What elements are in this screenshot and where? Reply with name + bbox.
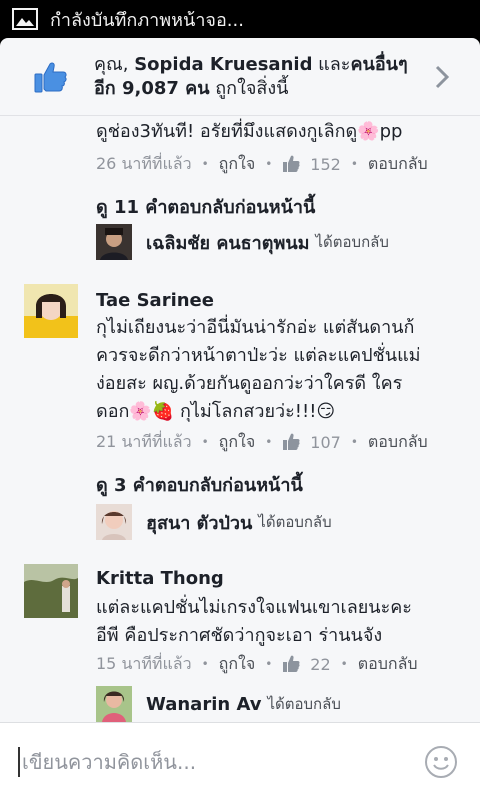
reply-preview[interactable]: Wanarin Av ได้ตอบกลับ xyxy=(96,686,341,722)
likes-middle: และ xyxy=(312,53,351,75)
chevron-right-icon xyxy=(435,65,450,88)
like-button[interactable]: ถูกใจ xyxy=(219,152,256,177)
comment-line: แต่ละแคปชั่นไม่เกรงใจแฟนเขาเลยนะคะ xyxy=(96,597,412,618)
comment-input[interactable] xyxy=(22,741,412,782)
like-count[interactable]: 152 xyxy=(282,155,341,174)
likes-count: อีก 9,087 คน xyxy=(94,77,210,99)
comments-sheet: คุณ, Sopida Kruesanid และคนอื่นๆ อีก 9,0… xyxy=(0,38,480,800)
like-count-value: 152 xyxy=(310,154,341,174)
thumbs-up-icon xyxy=(283,155,300,172)
comment-composer xyxy=(0,722,480,800)
avatar xyxy=(96,686,132,722)
reply-author: ฮุสนา ตัวป่วน xyxy=(146,512,253,534)
reply-author: เฉลิมชัย คนธาตุพนม xyxy=(146,232,310,254)
reply-preview[interactable]: เฉลิมชัย คนธาตุพนม ได้ตอบกลับ xyxy=(96,224,389,260)
comment-line: กุไม่เถียงนะว่าอีนี่มันน่ารักอ่ะ แต่สันด… xyxy=(96,317,415,338)
comment-author[interactable]: Tae Sarinee xyxy=(96,290,214,311)
comment-meta: 15 นาทีที่แล้ว • ถูกใจ • 22 • ตอบกลับ xyxy=(96,650,418,678)
text-caret xyxy=(18,746,20,777)
reply-suffix: ได้ตอบกลับ xyxy=(258,513,332,531)
smiley-icon[interactable] xyxy=(424,745,458,779)
avatar xyxy=(96,224,132,260)
reply-button[interactable]: ตอบกลับ xyxy=(368,152,428,177)
likes-text: คุณ, Sopida Kruesanid และคนอื่นๆ อีก 9,0… xyxy=(94,53,428,101)
avatar[interactable] xyxy=(24,284,78,338)
like-button[interactable]: ถูกใจ xyxy=(219,430,256,455)
comment-meta: 21 นาทีที่แล้ว • ถูกใจ • 107 • ตอบกลับ xyxy=(96,428,428,456)
status-bar: กำลังบันทึกภาพหน้าจอ... xyxy=(0,0,480,38)
comment-line: ควรจะดีกว่าหน้าตาป่ะว่ะ แต่ละแคปชั่นแม่ xyxy=(96,345,421,366)
comment-text: กุไม่เถียงนะว่าอีนี่มันน่ารักอ่ะ แต่สันด… xyxy=(96,314,466,426)
likes-prefix: คุณ, xyxy=(94,53,135,75)
avatar xyxy=(96,504,132,540)
comment-line: ง่อยสะ ผญ.ด้วยกันดูออกว่ะว่าใครดี ใคร xyxy=(96,373,403,394)
likes-friend-name: Sopida Kruesanid xyxy=(134,53,313,75)
comment-author[interactable]: Kritta Thong xyxy=(96,568,224,589)
view-previous-replies[interactable]: ดู 11 คำตอบกลับก่อนหน้านี้ xyxy=(96,192,315,221)
likes-suffix: ถูกใจสิ่งนี้ xyxy=(215,77,289,99)
like-count-value: 22 xyxy=(310,654,331,674)
screenshot-notification: กำลังบันทึกภาพหน้าจอ... xyxy=(50,9,244,31)
like-button[interactable]: ถูกใจ xyxy=(219,652,256,677)
like-count[interactable]: 107 xyxy=(282,433,341,452)
reply-preview[interactable]: ฮุสนา ตัวป่วน ได้ตอบกลับ xyxy=(96,504,332,540)
like-thumb-icon xyxy=(34,62,67,92)
comment-line: อีพี คือประกาศชัดว่ากูจะเอา ร่านนจัง xyxy=(96,625,383,646)
thumbs-up-icon xyxy=(283,433,300,450)
comment-meta: 26 นาทีที่แล้ว • ถูกใจ • 152 • ตอบกลับ xyxy=(96,150,428,178)
reply-suffix: ได้ตอบกลับ xyxy=(315,233,389,251)
reply-button[interactable]: ตอบกลับ xyxy=(358,652,418,677)
thumbs-up-icon xyxy=(283,655,300,672)
comment-time: 26 นาทีที่แล้ว xyxy=(96,153,192,173)
reply-button[interactable]: ตอบกลับ xyxy=(368,430,428,455)
comment-text: แต่ละแคปชั่นไม่เกรงใจแฟนเขาเลยนะคะ อีพี … xyxy=(96,594,466,650)
view-previous-replies[interactable]: ดู 3 คำตอบกลับก่อนหน้านี้ xyxy=(96,470,303,499)
image-icon xyxy=(12,8,38,30)
comment-time: 15 นาทีที่แล้ว xyxy=(96,653,192,673)
likes-others: คนอื่นๆ xyxy=(350,53,408,75)
reply-suffix: ได้ตอบกลับ xyxy=(267,695,341,713)
like-count-value: 107 xyxy=(310,432,341,452)
comment-line: ดอก🌸🍓 กุไม่โลกสวยว่ะ!!!😏 xyxy=(96,401,336,422)
comment-time: 21 นาทีที่แล้ว xyxy=(96,431,192,451)
avatar[interactable] xyxy=(24,564,78,618)
comment-text: ดูช่อง3ทันที! อรัยที่มึงแสดงกูเลิกดู🌸pp xyxy=(96,121,403,142)
comment-list: ดูช่อง3ทันที! อรัยที่มึงแสดงกูเลิกดู🌸pp … xyxy=(0,116,480,722)
like-count[interactable]: 22 xyxy=(282,654,331,674)
reply-author: Wanarin Av xyxy=(146,693,262,715)
likes-summary[interactable]: คุณ, Sopida Kruesanid และคนอื่นๆ อีก 9,0… xyxy=(0,38,480,116)
